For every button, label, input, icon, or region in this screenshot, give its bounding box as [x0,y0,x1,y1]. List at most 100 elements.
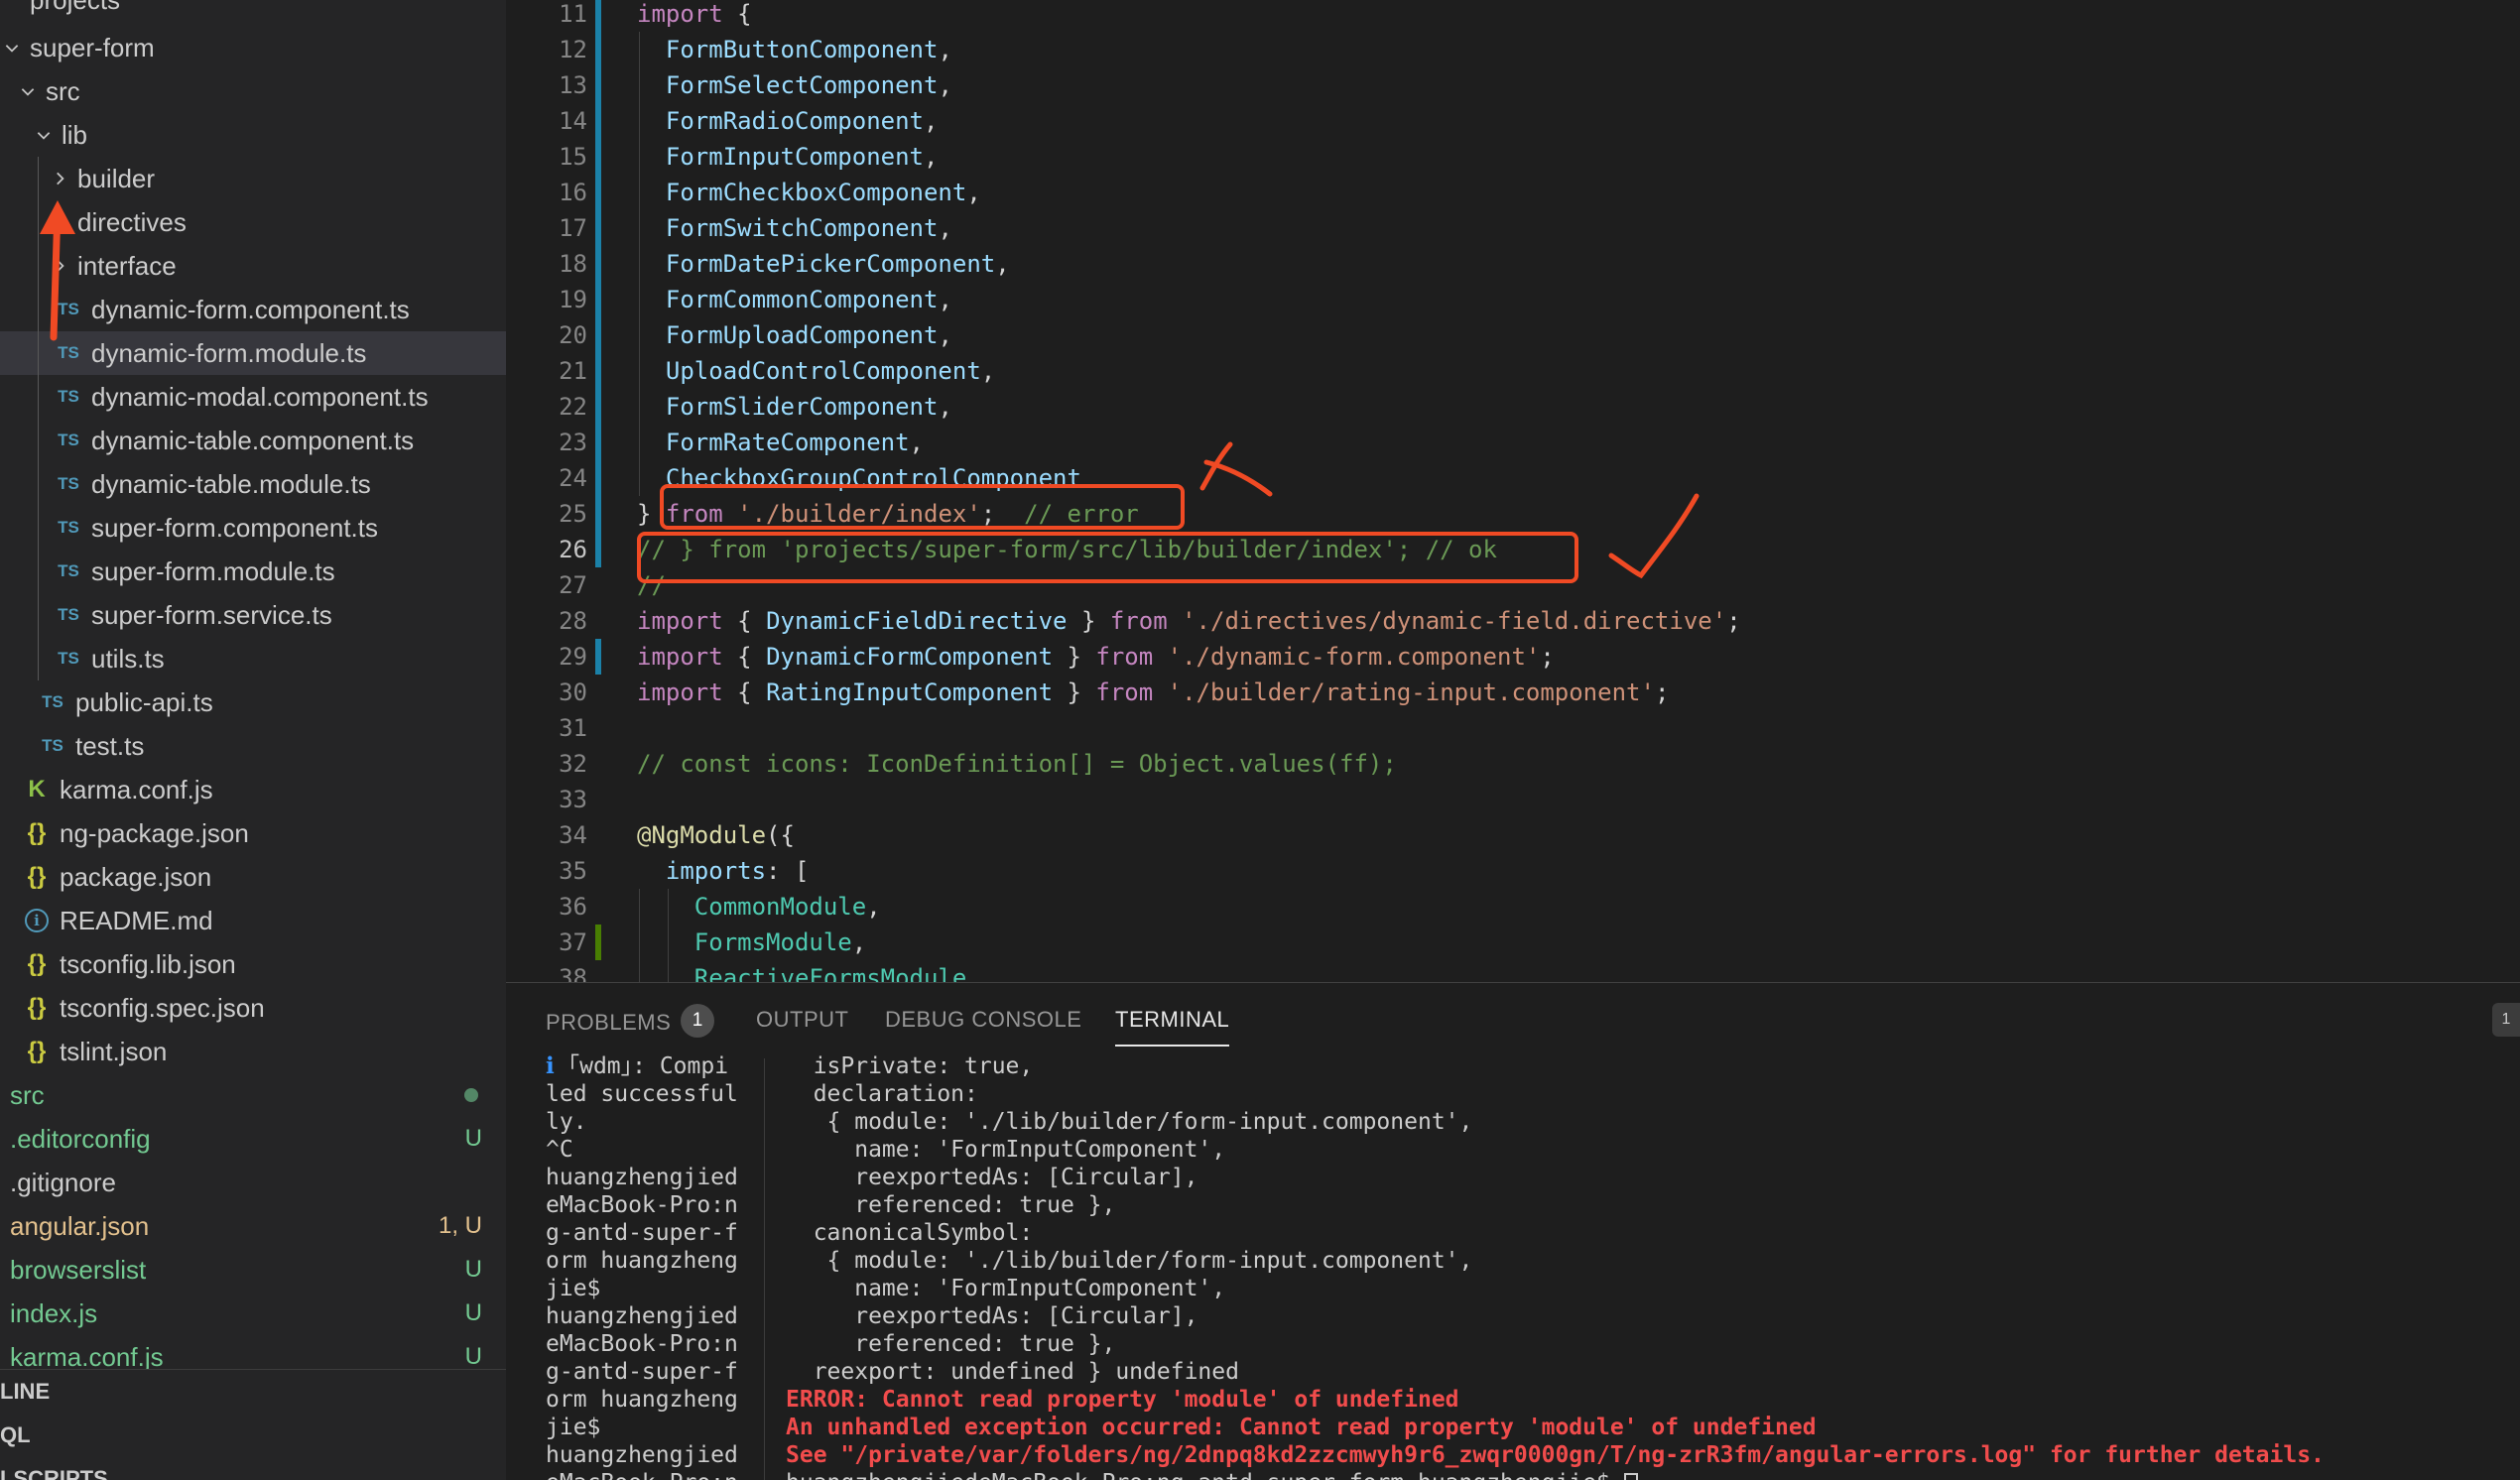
tree-item[interactable]: .editorconfig U [0,1117,506,1161]
terminal-line: eMacBook-Pro:n [546,1331,738,1357]
tree-item[interactable]: src [0,1073,506,1117]
chevron-down-icon[interactable] [2,26,22,69]
typescript-file-icon: TS [58,431,79,449]
panel-tab-terminal[interactable]: TERMINAL [1115,1007,1230,1047]
collapsed-panel-header[interactable]: LSCRIPTS [0,1457,108,1480]
code-line[interactable]: 35 imports: [ [506,853,2520,889]
code-line[interactable]: 11 import { [506,0,2520,32]
tree-item[interactable]: {} tsconfig.spec.json [0,986,506,1030]
tree-item[interactable]: TS super-form.component.ts [0,506,506,550]
panel-overflow-button[interactable]: 1 [2492,1003,2520,1037]
tree-item[interactable]: interface [0,244,506,288]
tree-item[interactable]: Kkarma.conf.js [0,768,506,811]
git-modified-dot [464,1088,478,1102]
typescript-file-icon: TS [58,518,79,537]
code-token: from [1095,678,1154,706]
chevron-right-icon[interactable] [50,200,69,244]
problems-count-badge: 1 [681,1004,715,1038]
tree-item[interactable]: builder [0,157,506,200]
tree-item[interactable]: TS dynamic-table.component.ts [0,419,506,462]
code-line[interactable]: 15 FormInputComponent, [506,139,2520,175]
code-line[interactable]: 12 FormButtonComponent, [506,32,2520,67]
tree-item[interactable]: TS super-form.service.ts [0,593,506,637]
tree-item-label: tsconfig.lib.json [60,948,236,979]
code-line[interactable]: 18 FormDatePickerComponent, [506,246,2520,282]
tree-item[interactable]: TS test.ts [0,724,506,768]
code-line[interactable]: 28 import { DynamicFieldDirective } from … [506,603,2520,639]
terminal-left-pane[interactable]: ℹ ｢wdm｣: Compi led successful ly. ^C hua… [546,1052,738,1480]
code-token: { [722,607,767,635]
code-editor[interactable]: 11 import {12 FormButtonComponent, 13 Form… [506,0,2520,982]
code-line[interactable]: 29 import { DynamicFormComponent } from '… [506,639,2520,675]
code-line[interactable]: 37 FormsModule, [506,925,2520,960]
tree-item[interactable]: {} package.json [0,855,506,899]
code-line[interactable]: 20 FormUploadComponent, [506,317,2520,353]
code-line[interactable]: 24 CheckboxGroupControlComponent [506,460,2520,496]
code-token: UploadControlComponent [637,357,981,385]
code-token: // [637,571,666,599]
code-line[interactable]: 17 FormSwitchComponent, [506,210,2520,246]
terminal-line: g-antd-super-f [546,1220,738,1246]
code-token: DynamicFieldDirective [766,607,1068,635]
code-line[interactable]: 38 ReactiveFormsModule [506,960,2520,982]
chevron-down-icon[interactable] [34,113,54,157]
tree-item[interactable]: index.js U [0,1292,506,1335]
tree-item[interactable]: TS dynamic-form.component.ts [0,288,506,331]
code-line[interactable]: 16 FormCheckboxComponent, [506,175,2520,210]
indent-guide [639,889,640,982]
tree-item[interactable]: {} tslint.json [0,1030,506,1073]
code-line[interactable]: 32 // const icons: IconDefinition[] = Obj… [506,746,2520,782]
terminal-line: name: 'FormInputComponent', [786,1137,1226,1163]
tree-item[interactable]: directives [0,200,506,244]
panel-tab-debug-console[interactable]: DEBUG CONSOLE [885,1007,1081,1047]
code-token: , [938,36,952,63]
code-token: CheckboxGroupControlComponent [637,464,1081,492]
code-line[interactable]: 23 FormRateComponent, [506,425,2520,460]
code-text: FormCommonComponent, [637,282,952,317]
tree-item[interactable]: {} ng-package.json [0,811,506,855]
code-line[interactable]: 31 [506,710,2520,746]
terminal-right-pane[interactable]: isPrivate: true, declaration: { module: … [786,1052,2325,1480]
chevron-down-icon[interactable] [18,69,38,113]
tree-item[interactable]: TS dynamic-form.module.ts [0,331,506,375]
code-line[interactable]: 22 FormSliderComponent, [506,389,2520,425]
terminal-split-divider[interactable] [764,1058,765,1480]
tree-item[interactable]: super-form [0,26,506,69]
code-line[interactable]: 21 UploadControlComponent, [506,353,2520,389]
tree-item[interactable]: i README.md [0,899,506,942]
explorer-section-header[interactable]: projects [0,0,506,22]
code-text: ReactiveFormsModule [637,960,967,982]
tree-item[interactable]: TS dynamic-table.module.ts [0,462,506,506]
code-text: CommonModule, [637,889,881,925]
panel-tab-output[interactable]: OUTPUT [756,1007,848,1047]
tree-item[interactable]: lib [0,113,506,157]
tree-item-label: dynamic-table.module.ts [91,468,371,499]
chevron-right-icon[interactable] [50,244,69,288]
panel-tab-problems[interactable]: PROBLEMS 1 [546,1004,715,1047]
tree-item[interactable]: TS dynamic-modal.component.ts [0,375,506,419]
code-line[interactable]: 25} from './builder/index'; // error [506,496,2520,532]
code-line[interactable]: 36 CommonModule, [506,889,2520,925]
code-line[interactable]: 30 import { RatingInputComponent } from '… [506,675,2520,710]
code-token: FormDatePickerComponent [637,250,996,278]
code-line[interactable]: 27 // [506,567,2520,603]
tree-item[interactable]: TS super-form.module.ts [0,550,506,593]
chevron-right-icon[interactable] [50,157,69,200]
code-line[interactable]: 33 [506,782,2520,817]
tree-item[interactable]: browserslist U [0,1248,506,1292]
tree-item[interactable]: src [0,69,506,113]
tree-item[interactable]: TS public-api.ts [0,680,506,724]
code-line[interactable]: 34 @NgModule({ [506,817,2520,853]
terminal-line: orm huangzheng [546,1387,738,1413]
code-line[interactable]: 26 // } from 'projects/super-form/src/lib… [506,532,2520,567]
terminal-line: jie$ [546,1276,601,1301]
collapsed-panel-header[interactable]: LINE [0,1370,50,1414]
collapsed-panel-header[interactable]: QL [0,1414,31,1457]
code-line[interactable]: 19 FormCommonComponent, [506,282,2520,317]
code-line[interactable]: 13 FormSelectComponent, [506,67,2520,103]
tree-item[interactable]: angular.json 1, U [0,1204,506,1248]
code-line[interactable]: 14 FormRadioComponent, [506,103,2520,139]
tree-item[interactable]: TS utils.ts [0,637,506,680]
tree-item[interactable]: {} tsconfig.lib.json [0,942,506,986]
tree-item[interactable]: .gitignore [0,1161,506,1204]
